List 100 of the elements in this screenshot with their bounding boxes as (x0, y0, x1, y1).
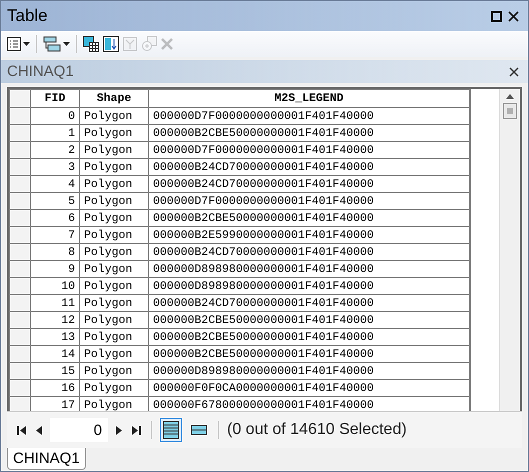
table-cell: Polygon (80, 158, 148, 176)
select-table-icon (83, 36, 99, 52)
table-cell: 7 (30, 226, 80, 244)
toolbar-button[interactable] (43, 36, 70, 52)
row-header[interactable] (10, 226, 30, 244)
table-cell: 000000B2CBE50000000001F401F40000 (148, 312, 470, 328)
row-header[interactable] (10, 328, 30, 346)
row-header[interactable] (10, 396, 30, 411)
table-cell: 15 (30, 362, 80, 380)
row-header[interactable] (10, 380, 30, 396)
first-record-button[interactable] (15, 424, 28, 436)
view-toggle-button[interactable] (188, 422, 210, 438)
table-cell: Polygon (80, 328, 148, 346)
row-header[interactable] (10, 244, 30, 260)
row-header[interactable] (10, 142, 30, 158)
table-cell: 000000B2E5990000000001F401F40000 (148, 226, 470, 244)
record-field[interactable]: 0 (50, 418, 108, 442)
table-cell: 000000D898980000000001F401F40000 (148, 260, 470, 278)
maximize-button[interactable] (488, 10, 505, 22)
table-cell: 000000D7F0000000000001F401F40000 (148, 108, 470, 124)
selection-status: (0 out of 14610 Selected) (227, 421, 407, 439)
table-cell: 000000B24CD70000000001F401F40000 (148, 244, 470, 260)
table-cell: Polygon (80, 312, 148, 328)
table-cell: Polygon (80, 346, 148, 362)
table-cell: 2 (30, 142, 80, 158)
switch-selection-icon (103, 36, 119, 52)
table-cell: Polygon (80, 192, 148, 210)
table-cell: 16 (30, 380, 80, 396)
table-cell: 000000B24CD70000000001F401F40000 (148, 158, 470, 176)
table-cell: Polygon (80, 108, 148, 124)
table-cell: 11 (30, 294, 80, 312)
caret-icon (63, 42, 70, 46)
table-cell: 4 (30, 176, 80, 192)
vertical-scrollbar[interactable] (499, 89, 520, 411)
column-header[interactable]: Shape (80, 90, 148, 108)
table-cell: 10 (30, 278, 80, 294)
table-cell: Polygon (80, 380, 148, 396)
column-header[interactable]: FID (30, 90, 80, 108)
table-cell: 000000B2CBE50000000001F401F40000 (148, 124, 470, 142)
delete-icon (161, 38, 173, 50)
table-tab[interactable]: CHINAQ1 (7, 448, 86, 470)
row-header[interactable] (10, 124, 30, 142)
table-cell: Polygon (80, 176, 148, 192)
row-header[interactable] (10, 158, 30, 176)
table-title: CHINAQ1 (7, 63, 75, 80)
table-cell: Polygon (80, 294, 148, 312)
table-cell: 13 (30, 328, 80, 346)
table-cell: Polygon (80, 278, 148, 294)
row-header[interactable] (10, 260, 30, 278)
window-title: Table (7, 6, 49, 26)
table-cell: 000000B2CBE50000000001F401F40000 (148, 328, 470, 346)
row-header[interactable] (10, 312, 30, 328)
table-cell: 0 (30, 108, 80, 124)
scroll-thumb[interactable] (503, 103, 517, 119)
table-cell: 000000D898980000000001F401F40000 (148, 362, 470, 380)
toolbar-button[interactable] (7, 37, 30, 51)
row-header[interactable] (10, 362, 30, 380)
table-cell: Polygon (80, 362, 148, 380)
table-cell: 12 (30, 312, 80, 328)
table-cell: 3 (30, 158, 80, 176)
table-cell: 000000D7F0000000000001F401F40000 (148, 192, 470, 210)
table-cell: 000000D7F0000000000001F401F40000 (148, 142, 470, 158)
table-cell: 000000B24CD70000000001F401F40000 (148, 294, 470, 312)
toolbar-button[interactable] (103, 36, 119, 52)
table-cell: 000000B2CBE50000000001F401F40000 (148, 346, 470, 362)
list-icon (7, 37, 21, 51)
zoom-icon (141, 36, 157, 52)
table-cell: 000000B2CBE50000000001F401F40000 (148, 210, 470, 226)
next-record-button[interactable] (114, 424, 124, 436)
clear-selection-icon (123, 37, 137, 51)
table-cell: 14 (30, 346, 80, 362)
column-header[interactable]: M2S_LEGEND (148, 90, 470, 108)
row-header[interactable] (10, 210, 30, 226)
view-toggle-button[interactable] (160, 418, 182, 442)
table-cell: 000000B24CD70000000001F401F40000 (148, 176, 470, 192)
all-records-icon (163, 421, 179, 439)
table-cell: 9 (30, 260, 80, 278)
table-cell: 000000D898980000000001F401F40000 (148, 278, 470, 294)
row-header[interactable] (10, 278, 30, 294)
toolbar-button[interactable] (83, 36, 99, 52)
table-cell: Polygon (80, 260, 148, 278)
previous-record-button[interactable] (34, 424, 44, 436)
row-header[interactable] (10, 294, 30, 312)
table-cell: 000000F0F0CA0000000001F401F40000 (148, 380, 470, 396)
table-cell: Polygon (80, 124, 148, 142)
table-cell: Polygon (80, 210, 148, 226)
caret-icon (23, 42, 30, 46)
table-cell: Polygon (80, 226, 148, 244)
row-header[interactable] (10, 346, 30, 362)
table-cell: 6 (30, 210, 80, 226)
last-record-button[interactable] (130, 424, 143, 436)
row-header[interactable] (10, 192, 30, 210)
scroll-up-icon[interactable] (506, 94, 514, 99)
table-stack-icon (43, 36, 61, 52)
row-header (10, 90, 30, 108)
table-cell: Polygon (80, 142, 148, 158)
table-cell: 8 (30, 244, 80, 260)
row-header[interactable] (10, 176, 30, 192)
table-cell: Polygon (80, 244, 148, 260)
row-header[interactable] (10, 108, 30, 124)
